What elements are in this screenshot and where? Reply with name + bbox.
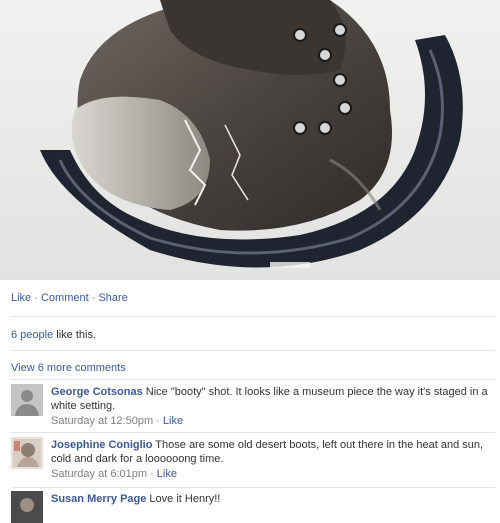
comment-meta: Saturday at 12:50pm · Like — [51, 414, 491, 428]
people-like-link[interactable]: 6 people — [11, 329, 53, 341]
comment-link[interactable]: Comment — [41, 292, 89, 304]
comment-text: Love it Henry!! — [146, 493, 221, 505]
default-avatar-icon — [11, 384, 43, 416]
comment-item: Susan Merry Page Love it Henry!! — [11, 491, 495, 523]
divider — [11, 316, 495, 317]
like-link[interactable]: Like — [11, 292, 31, 304]
avatar[interactable] — [11, 491, 43, 523]
likes-suffix: like this. — [53, 329, 97, 341]
comment-item: Josephine Coniglio Those are some old de… — [11, 437, 495, 483]
avatar[interactable] — [11, 437, 43, 469]
divider — [11, 379, 495, 380]
separator: · — [88, 292, 99, 304]
comment-body: Susan Merry Page Love it Henry!! — [51, 492, 491, 506]
comment-like-link[interactable]: Like — [163, 415, 183, 427]
comment-body: George Cotsonas Nice "booty" shot. It lo… — [51, 385, 491, 428]
comment-timestamp[interactable]: Saturday at 12:50pm — [51, 415, 153, 427]
post-photo[interactable] — [0, 0, 500, 280]
comment-timestamp[interactable]: Saturday at 6:01pm — [51, 468, 147, 480]
boot-photo-icon — [0, 0, 500, 280]
divider — [11, 432, 495, 433]
comment-author[interactable]: Josephine Coniglio — [51, 439, 152, 451]
divider — [11, 350, 495, 351]
comment-author[interactable]: George Cotsonas — [51, 386, 143, 398]
profile-photo-icon — [11, 437, 43, 469]
post-actions: Like · Comment · Share — [11, 292, 128, 304]
comment-author[interactable]: Susan Merry Page — [51, 493, 146, 505]
avatar[interactable] — [11, 384, 43, 416]
separator: · — [147, 468, 157, 480]
divider — [11, 487, 495, 488]
separator: · — [153, 415, 163, 427]
likes-summary: 6 people like this. — [11, 329, 96, 341]
separator: · — [31, 292, 41, 304]
comment-item: George Cotsonas Nice "booty" shot. It lo… — [11, 384, 495, 430]
profile-photo-icon — [11, 491, 43, 523]
comment-meta: Saturday at 6:01pm · Like — [51, 467, 491, 481]
comment-like-link[interactable]: Like — [157, 468, 177, 480]
share-link[interactable]: Share — [98, 292, 127, 304]
comment-body: Josephine Coniglio Those are some old de… — [51, 438, 491, 481]
view-more-comments-link[interactable]: View 6 more comments — [11, 362, 126, 374]
